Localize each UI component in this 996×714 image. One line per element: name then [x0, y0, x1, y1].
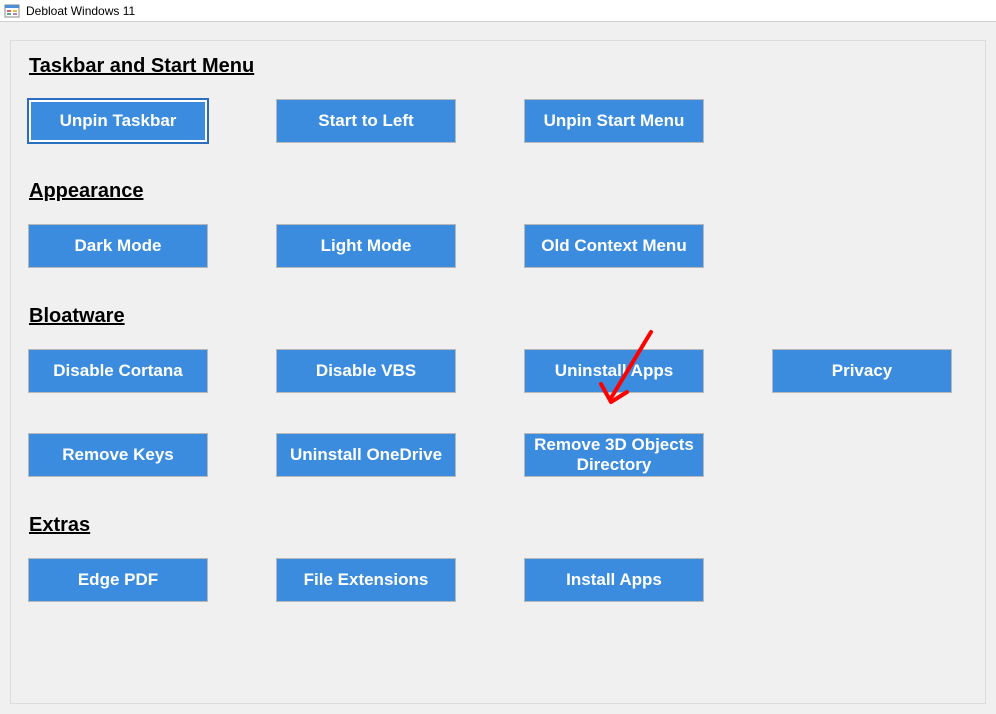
section-heading-appearance: Appearance: [29, 180, 967, 203]
old-context-menu-button[interactable]: Old Context Menu: [525, 225, 703, 267]
start-to-left-button[interactable]: Start to Left: [277, 100, 455, 142]
unpin-taskbar-button[interactable]: Unpin Taskbar: [29, 100, 207, 142]
light-mode-button[interactable]: Light Mode: [277, 225, 455, 267]
section-heading-bloatware: Bloatware: [29, 305, 967, 328]
remove-keys-button[interactable]: Remove Keys: [29, 434, 207, 476]
window-title: Debloat Windows 11: [26, 4, 135, 18]
section-heading-extras: Extras: [29, 514, 967, 537]
unpin-start-menu-button[interactable]: Unpin Start Menu: [525, 100, 703, 142]
edge-pdf-button[interactable]: Edge PDF: [29, 559, 207, 601]
bloatware-buttons-row-2: Remove Keys Uninstall OneDrive Remove 3D…: [29, 434, 967, 476]
remove-3d-objects-button[interactable]: Remove 3D Objects Directory: [525, 434, 703, 476]
disable-vbs-button[interactable]: Disable VBS: [277, 350, 455, 392]
appearance-buttons-row: Dark Mode Light Mode Old Context Menu: [29, 225, 967, 267]
privacy-button[interactable]: Privacy: [773, 350, 951, 392]
app-icon: [4, 3, 20, 19]
bloatware-buttons-row-1: Disable Cortana Disable VBS Uninstall Ap…: [29, 350, 967, 392]
window-titlebar: Debloat Windows 11: [0, 0, 996, 22]
file-extensions-button[interactable]: File Extensions: [277, 559, 455, 601]
taskbar-buttons-row: Unpin Taskbar Start to Left Unpin Start …: [29, 100, 967, 142]
section-heading-taskbar: Taskbar and Start Menu: [29, 55, 967, 78]
uninstall-onedrive-button[interactable]: Uninstall OneDrive: [277, 434, 455, 476]
extras-buttons-row: Edge PDF File Extensions Install Apps: [29, 559, 967, 601]
main-panel: Taskbar and Start Menu Unpin Taskbar Sta…: [10, 40, 986, 704]
content-area: Taskbar and Start Menu Unpin Taskbar Sta…: [0, 22, 996, 714]
install-apps-button[interactable]: Install Apps: [525, 559, 703, 601]
disable-cortana-button[interactable]: Disable Cortana: [29, 350, 207, 392]
uninstall-apps-button[interactable]: Uninstall Apps: [525, 350, 703, 392]
dark-mode-button[interactable]: Dark Mode: [29, 225, 207, 267]
